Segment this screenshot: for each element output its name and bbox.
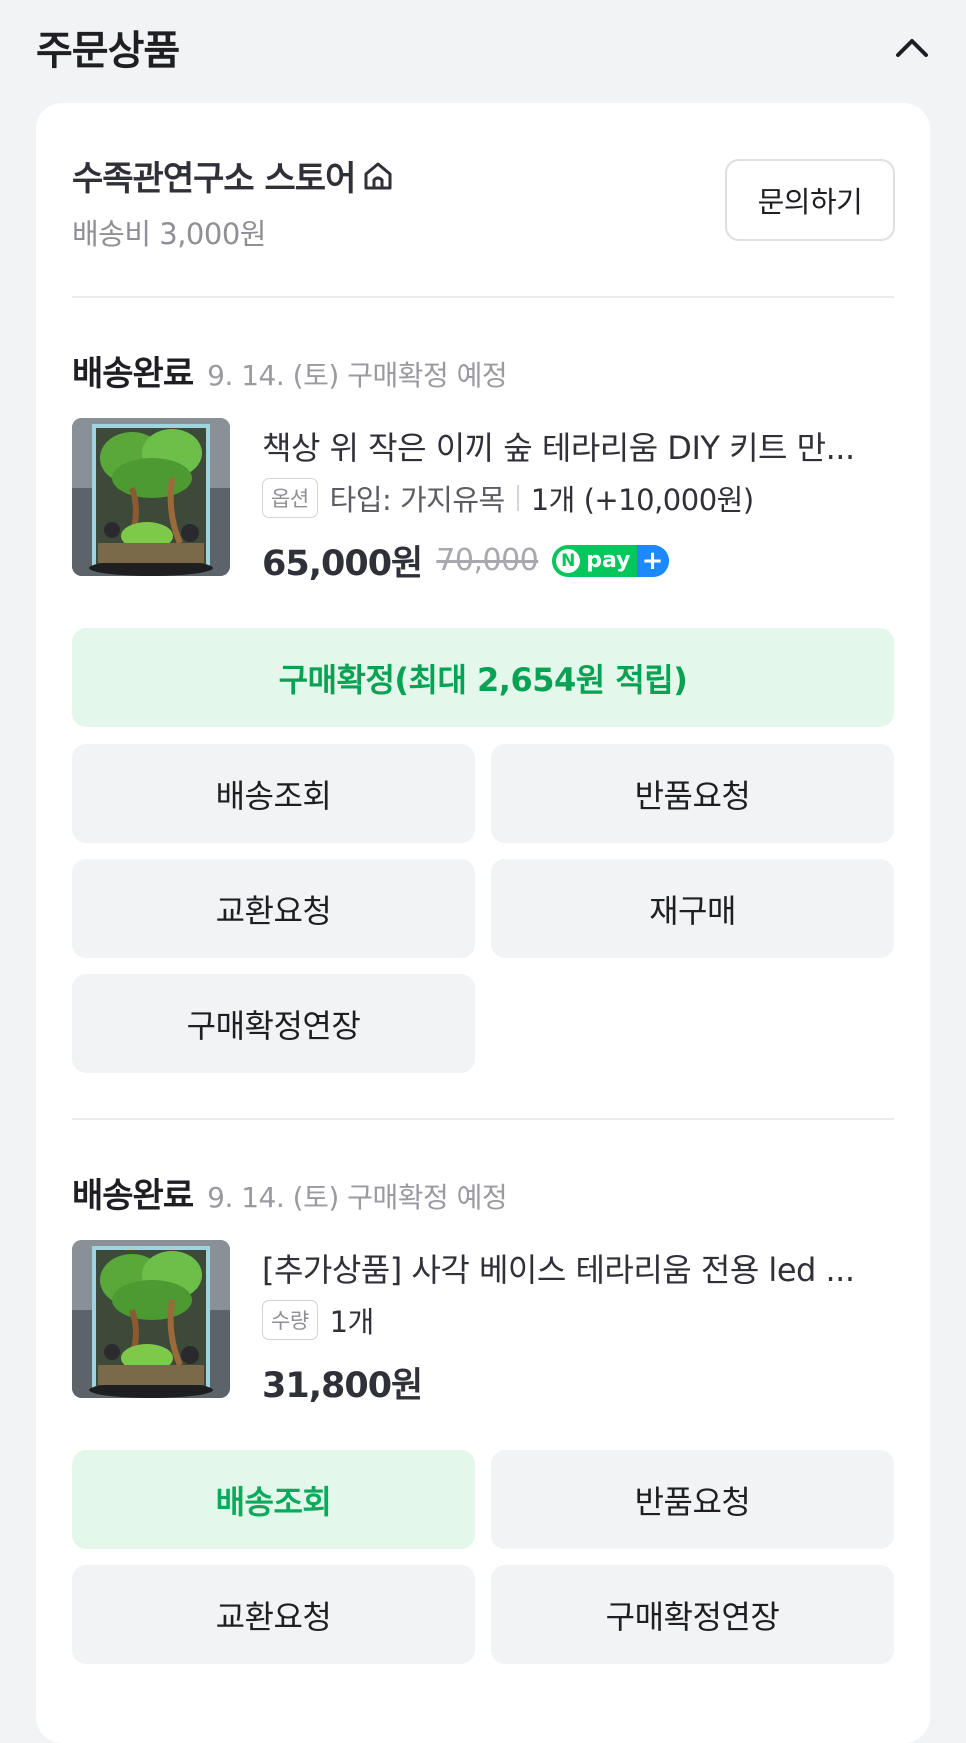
product-image[interactable] [72,418,230,576]
sale-price: 31,800원 [262,1366,423,1406]
option-tag: 수량 [262,1300,318,1340]
tracking-button[interactable]: 배송조회 [72,1450,475,1549]
confirm-purchase-button[interactable]: 구매확정(최대 2,654원 적립) [72,628,894,727]
product-option: 수량 1개 [262,1299,374,1341]
npay-plus-badge: N pay + [552,544,669,577]
store-name-link[interactable]: 수족관연구소 스토어 [72,151,395,200]
divider [72,1118,894,1120]
order-items-header: 주문상품 [0,0,966,100]
option-quantity: 1개 [329,1305,375,1339]
plus-icon: + [636,544,669,577]
return-request-button[interactable]: 반품요청 [491,744,894,843]
exchange-request-button[interactable]: 교환요청 [72,859,475,958]
extend-confirm-button[interactable]: 구매확정연장 [491,1565,894,1664]
exchange-request-button[interactable]: 교환요청 [72,1565,475,1664]
product-option: 옵션 타입: 가지유목 1개 (+10,000원) [262,477,754,519]
option-divider [516,485,519,511]
confirm-date: 9. 14. (토) 구매확정 예정 [207,1181,508,1214]
option-text: 타입: 가지유목 [329,483,506,517]
status-label: 배송완료 [72,1176,194,1216]
store-name: 수족관연구소 스토어 [72,159,356,199]
shipping-fee: 배송비 3,000원 [72,217,266,251]
sale-price: 65,000원 [262,544,423,584]
option-tag: 옵션 [262,478,318,518]
store-home-icon[interactable] [361,159,395,193]
npay-n-icon: N [556,548,581,573]
tracking-button[interactable]: 배송조회 [72,744,475,843]
delivery-status: 배송완료 9. 14. (토) 구매확정 예정 [72,1168,508,1217]
chevron-up-icon[interactable] [886,22,938,74]
original-price: 70,000 [436,543,539,578]
section-title: 주문상품 [36,28,180,74]
extend-confirm-button[interactable]: 구매확정연장 [72,974,475,1073]
order-card: 수족관연구소 스토어 배송비 3,000원 문의하기 배송완료 9. 14. (… [36,103,930,1743]
status-label: 배송완료 [72,354,194,394]
product-name[interactable]: 책상 위 작은 이끼 숲 테라리움 DIY 키트 만... [262,423,882,469]
rebuy-button[interactable]: 재구매 [491,859,894,958]
product-image[interactable] [72,1240,230,1398]
delivery-status: 배송완료 9. 14. (토) 구매확정 예정 [72,346,508,395]
product-name[interactable]: [추가상품] 사각 베이스 테라리움 전용 led ... [262,1245,882,1291]
divider [72,296,894,298]
inquiry-button[interactable]: 문의하기 [725,159,895,241]
price-line: 65,000원 70,000 N pay + [262,535,669,586]
price-line: 31,800원 [262,1357,423,1408]
confirm-date: 9. 14. (토) 구매확정 예정 [207,359,508,392]
option-quantity: 1개 (+10,000원) [530,483,754,517]
return-request-button[interactable]: 반품요청 [491,1450,894,1549]
npay-label: pay [586,548,631,573]
